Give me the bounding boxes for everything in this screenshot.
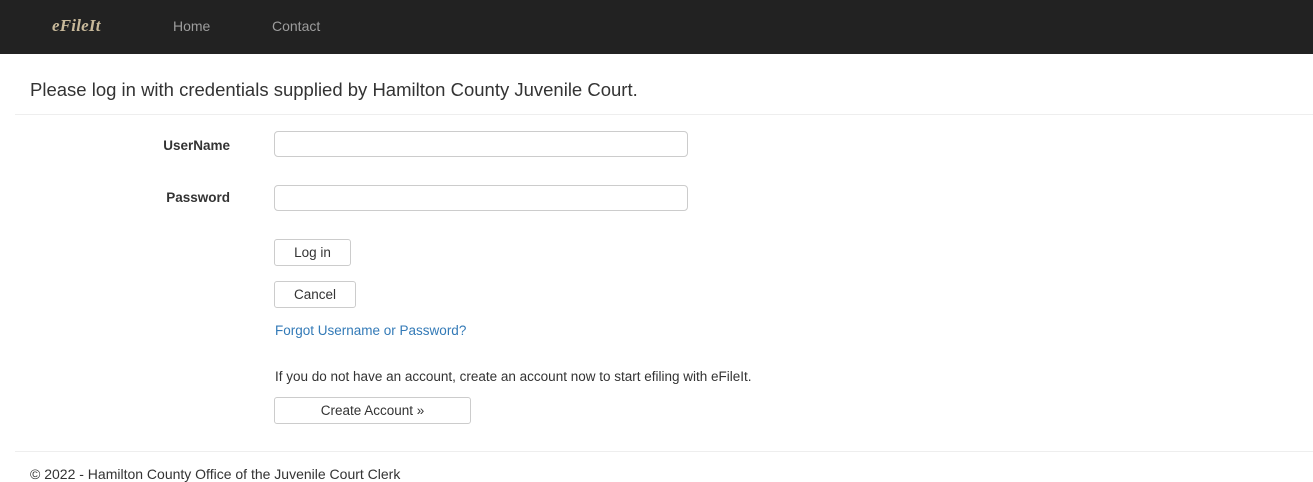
create-account-button[interactable]: Create Account » [274, 397, 471, 424]
login-instructions: Please log in with credentials supplied … [30, 79, 638, 100]
brand-logo[interactable]: eFileIt [52, 16, 101, 36]
nav-contact-link[interactable]: Contact [272, 18, 320, 34]
password-label: Password [166, 190, 230, 205]
username-input[interactable] [274, 131, 688, 157]
forgot-credentials-link[interactable]: Forgot Username or Password? [275, 323, 466, 338]
nav-home-link[interactable]: Home [173, 18, 210, 34]
divider [15, 114, 1313, 115]
top-navbar: eFileIt Home Contact [0, 0, 1313, 54]
create-account-info: If you do not have an account, create an… [275, 369, 752, 384]
login-button[interactable]: Log in [274, 239, 351, 266]
cancel-button[interactable]: Cancel [274, 281, 356, 308]
username-label: UserName [163, 138, 230, 153]
password-input[interactable] [274, 185, 688, 211]
footer-divider [15, 451, 1313, 452]
